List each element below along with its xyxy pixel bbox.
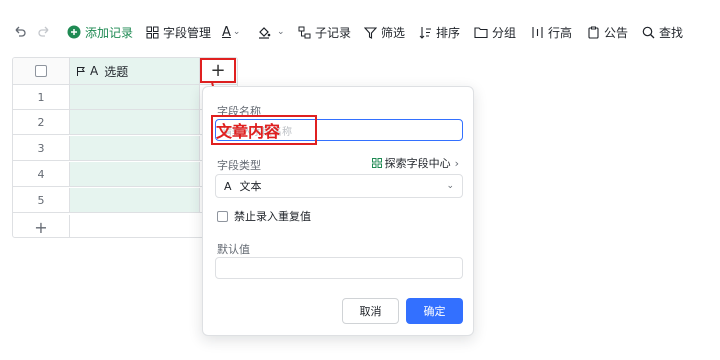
- row-number: 5: [13, 188, 70, 212]
- sort-label: 排序: [436, 25, 461, 40]
- text-type-icon: A: [90, 64, 99, 78]
- chevron-down-icon: ⌄: [232, 27, 241, 37]
- flag-icon: [76, 66, 86, 77]
- title-cell[interactable]: [70, 188, 200, 212]
- sub-record-button[interactable]: 子记录: [296, 18, 351, 46]
- grid-icon: [144, 24, 160, 40]
- search-icon: [640, 24, 656, 40]
- annotation-text: 文章内容: [216, 122, 281, 141]
- select-all-cell[interactable]: [13, 58, 70, 84]
- confirm-button[interactable]: 确定: [406, 298, 463, 324]
- title-cell[interactable]: [70, 85, 200, 109]
- redo-icon: [36, 24, 52, 40]
- row-height-label: 行高: [548, 25, 573, 40]
- search-label: 查找: [659, 25, 684, 40]
- undo-icon: [12, 24, 28, 40]
- annotation-box: 文章内容: [211, 115, 317, 145]
- group-button[interactable]: 分组: [473, 18, 516, 46]
- chevron-down-icon: ⌄: [446, 181, 454, 191]
- filter-button[interactable]: 筛选: [362, 18, 405, 46]
- explore-label: 探索字段中心: [384, 157, 451, 170]
- sort-button[interactable]: 排序: [417, 18, 460, 46]
- explore-field-center-link[interactable]: 探索字段中心 ›: [371, 155, 459, 171]
- chevron-right-icon: ›: [454, 156, 459, 170]
- clipboard-icon: [585, 24, 601, 40]
- text-type-icon: A: [224, 179, 232, 193]
- plus-circle-icon: [66, 24, 82, 40]
- cancel-button[interactable]: 取消: [342, 298, 399, 324]
- title-cell[interactable]: [70, 110, 200, 134]
- no-duplicate-label: 禁止录入重复值: [234, 210, 311, 223]
- sub-record-label: 子记录: [315, 25, 352, 40]
- field-manage-button[interactable]: 字段管理: [144, 18, 211, 46]
- field-type-value: 文本: [239, 180, 262, 193]
- title-cell[interactable]: [70, 162, 200, 186]
- search-button[interactable]: 查找: [640, 18, 683, 46]
- undo-button[interactable]: [12, 18, 31, 46]
- no-duplicate-option[interactable]: 禁止录入重复值: [217, 208, 311, 224]
- field-manage-label: 字段管理: [163, 25, 212, 40]
- row-number: 2: [13, 110, 70, 134]
- paint-bucket-icon: [256, 24, 272, 40]
- font-color-button[interactable]: A ⌄: [222, 18, 240, 46]
- add-record-button[interactable]: 添加记录: [66, 18, 133, 46]
- notice-button[interactable]: 公告: [585, 18, 628, 46]
- toolbar: 添加记录 字段管理 A ⌄ ⌄ 子记录 筛选 排序 分组 行高 公告 查找: [0, 18, 720, 46]
- redo-button[interactable]: [36, 18, 55, 46]
- sub-record-icon: [296, 24, 312, 40]
- font-color-icon: A: [222, 24, 231, 40]
- notice-label: 公告: [604, 25, 629, 40]
- title-cell[interactable]: [70, 136, 200, 160]
- row-height-icon: [529, 24, 545, 40]
- no-duplicate-checkbox[interactable]: [217, 210, 228, 222]
- folder-icon: [473, 24, 489, 40]
- column-header-label: 选题: [104, 64, 129, 79]
- sort-icon: [417, 24, 433, 40]
- row-number: 1: [13, 85, 70, 109]
- default-value-input[interactable]: [215, 257, 463, 279]
- row-height-button[interactable]: 行高: [529, 18, 572, 46]
- default-value-label: 默认值: [217, 243, 250, 256]
- filter-label: 筛选: [381, 25, 406, 40]
- group-label: 分组: [492, 25, 517, 40]
- field-type-select[interactable]: A 文本 ⌄: [215, 174, 463, 198]
- grid-icon: [371, 158, 382, 168]
- select-all-checkbox[interactable]: [35, 65, 47, 77]
- column-header-title[interactable]: A 选题: [70, 58, 200, 84]
- chevron-down-icon: ⌄: [277, 27, 285, 37]
- add-row-button[interactable]: +: [13, 215, 70, 237]
- fill-color-button[interactable]: ⌄: [256, 18, 285, 46]
- row-number: 3: [13, 136, 70, 160]
- add-field-popup: 字段名称 请输入字段名称 文章内容 字段类型 探索字段中心 › A 文本 ⌄ 禁…: [202, 86, 474, 336]
- filter-icon: [362, 24, 378, 40]
- add-record-label: 添加记录: [85, 25, 134, 40]
- row-number: 4: [13, 162, 70, 186]
- field-type-label: 字段类型: [217, 159, 261, 172]
